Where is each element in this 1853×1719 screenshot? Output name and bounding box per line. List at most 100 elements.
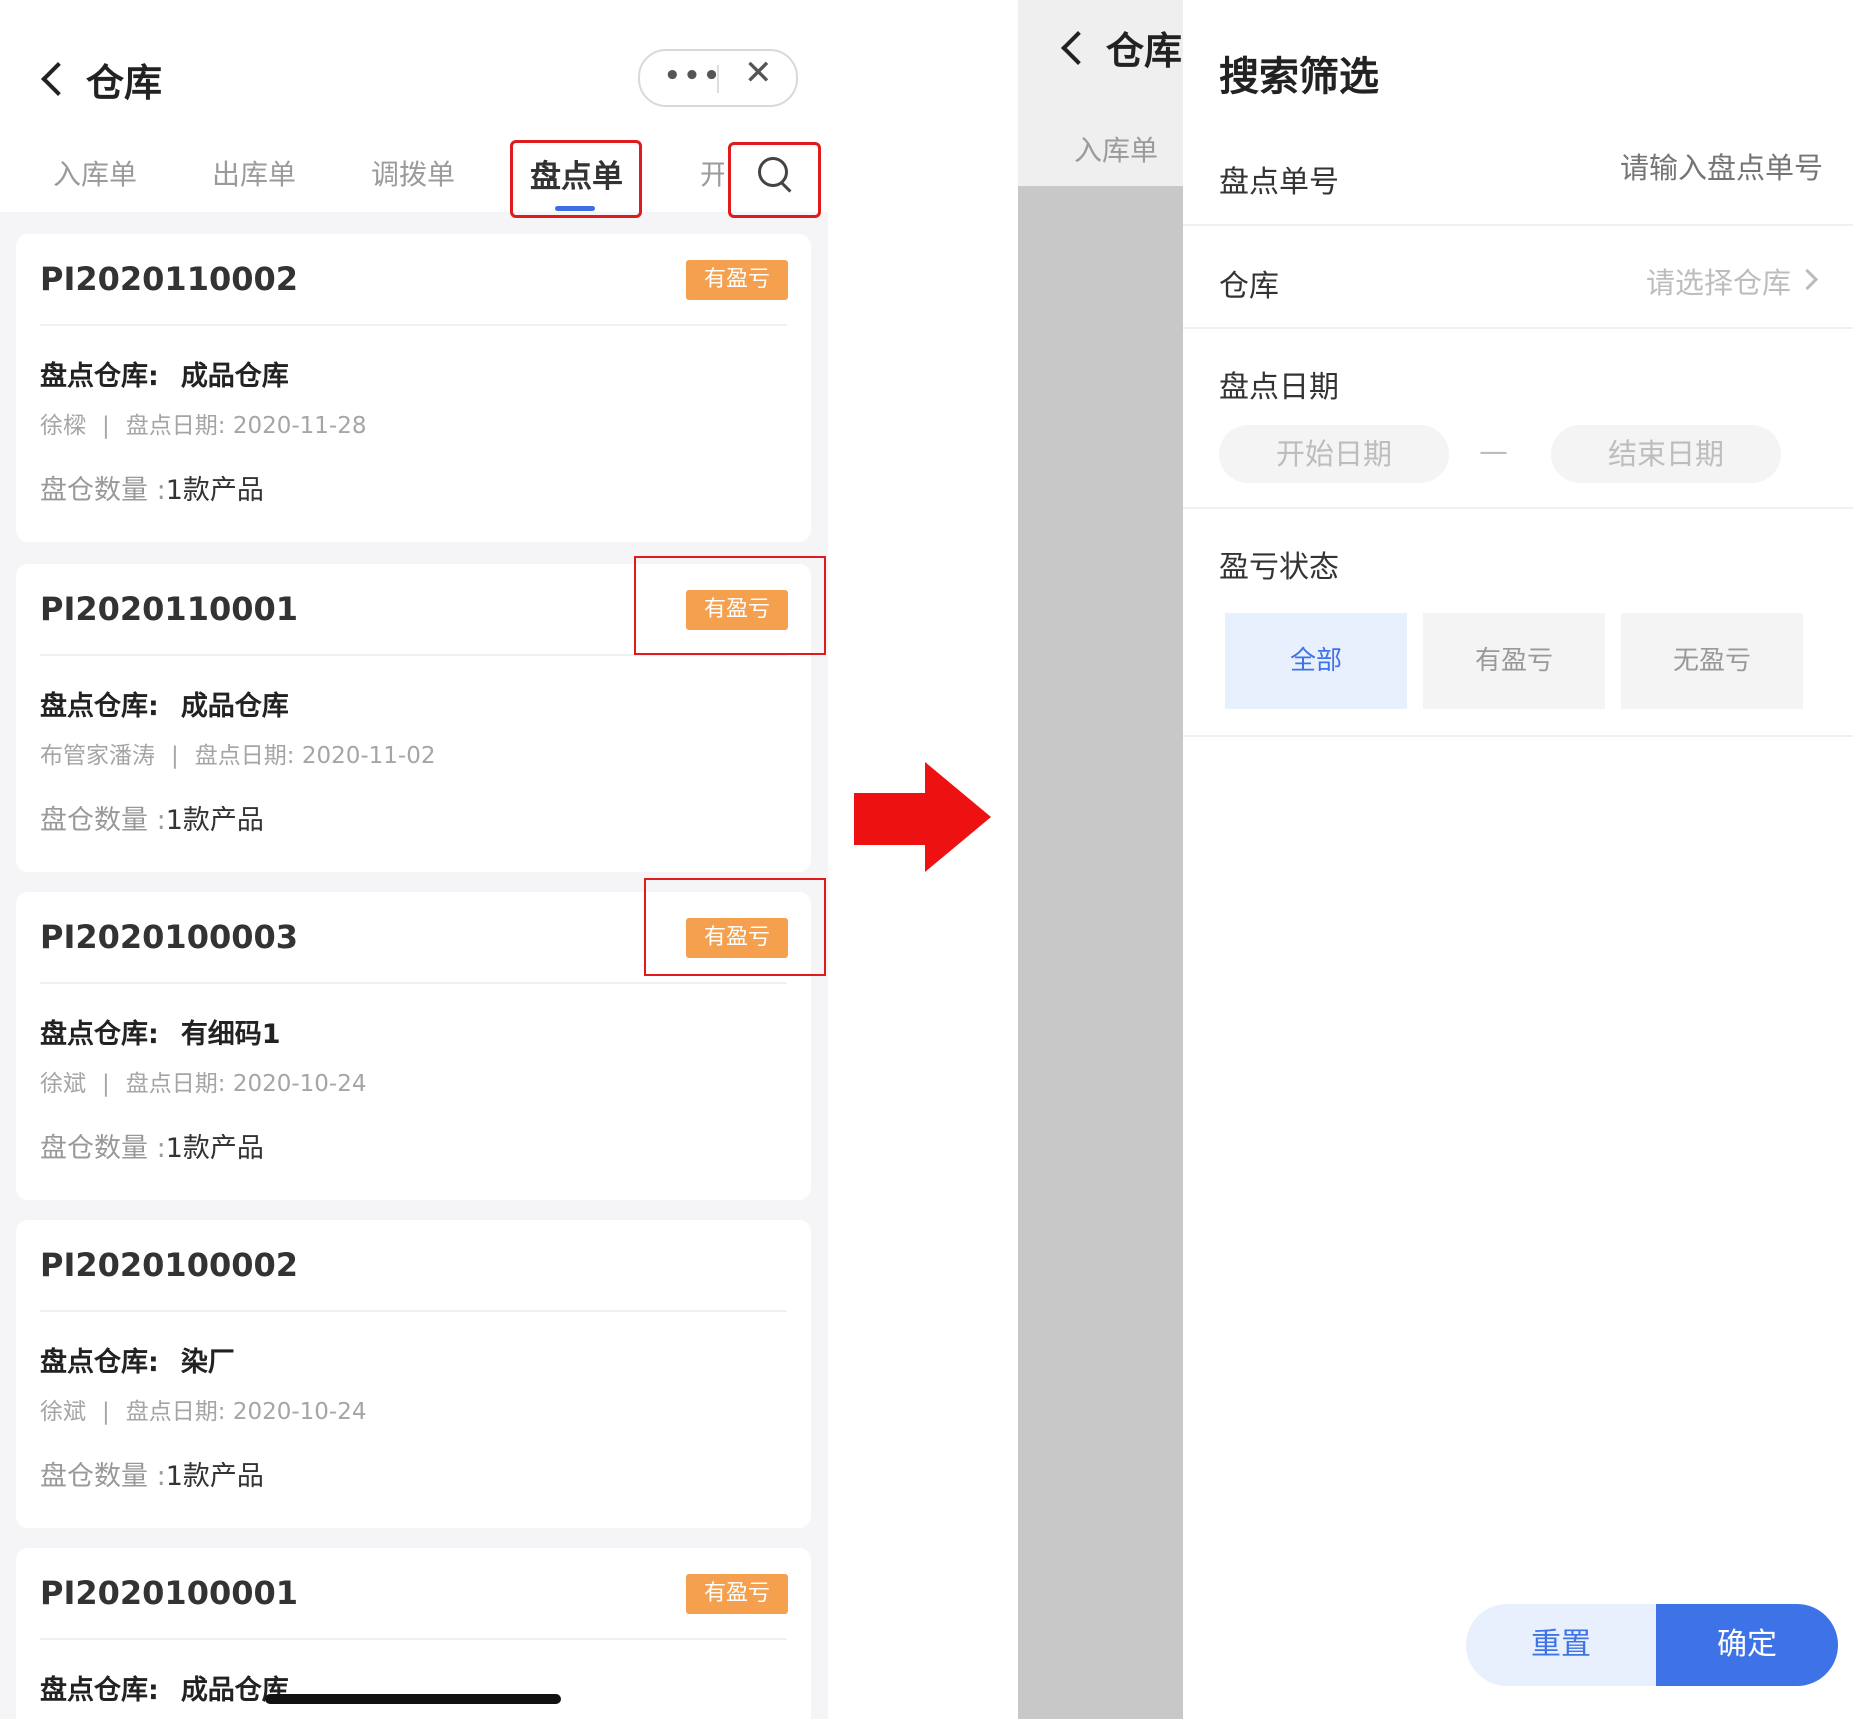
- date-label: 盘点日期:: [194, 743, 295, 769]
- warehouse-select[interactable]: 请选择仓库: [1483, 252, 1823, 302]
- list-item[interactable]: PI2020110002 有盈亏 盘点仓库: 成品仓库 徐樑 | 盘点日期: 2020…: [16, 234, 811, 542]
- date-label: 盘点日期:: [125, 1071, 226, 1097]
- quantity-row: 盘仓数量 :1款产品: [40, 1454, 264, 1493]
- warehouse-label: 仓库: [1219, 269, 1279, 304]
- quantity-row: 盘仓数量 :1款产品: [40, 468, 264, 507]
- warehouse-row: 盘点仓库: 成品仓库: [40, 354, 289, 393]
- status-option-has-variance[interactable]: 有盈亏: [1423, 613, 1605, 709]
- meta-separator: |: [102, 1071, 110, 1097]
- warehouse-row: 盘点仓库: 染厂: [40, 1340, 235, 1379]
- order-code: PI2020110002: [40, 260, 299, 298]
- row-divider: [1183, 224, 1853, 226]
- card-divider: [40, 1310, 787, 1312]
- meta-row: 徐斌 | 盘点日期: 2020-10-24: [40, 1392, 366, 1426]
- right-phone-screen: 仓库 入库单 搜索筛选 盘点单号 仓库 请选择仓库 盘点日期 开始日期 — 结束…: [1018, 0, 1853, 1719]
- tab-overflow[interactable]: 开: [700, 153, 724, 193]
- quantity-label: 盘仓数量 :: [40, 475, 166, 506]
- meta-row: 徐斌 | 盘点日期: 2020-10-24: [40, 1064, 366, 1098]
- end-date-picker[interactable]: 结束日期: [1551, 425, 1781, 483]
- quantity-label: 盘仓数量 :: [40, 805, 166, 836]
- card-divider: [40, 982, 787, 984]
- date-value: 2020-11-02: [301, 743, 436, 769]
- panel-title: 搜索筛选: [1219, 54, 1379, 100]
- confirm-button[interactable]: 确定: [1656, 1604, 1838, 1686]
- row-divider: [1183, 327, 1853, 329]
- warehouse-value: 染厂: [180, 1347, 235, 1378]
- page-title: 仓库: [86, 61, 163, 105]
- meta-separator: |: [171, 743, 179, 769]
- page-title: 仓库: [1106, 29, 1183, 73]
- date-label: 盘点日期:: [125, 413, 226, 439]
- warehouse-row: 盘点仓库: 有细码1: [40, 1012, 281, 1051]
- order-code: PI2020100002: [40, 1246, 299, 1284]
- warehouse-label: 盘点仓库:: [40, 361, 159, 392]
- quantity-value: 1款产品: [165, 805, 264, 836]
- date-value: 2020-10-24: [232, 1399, 367, 1425]
- order-code: PI2020100003: [40, 918, 299, 956]
- tab-inbound[interactable]: 入库单: [53, 153, 137, 193]
- status-badge: 有盈亏: [686, 1574, 788, 1614]
- quantity-value: 1款产品: [165, 1461, 264, 1492]
- warehouse-label: 盘点仓库:: [40, 1347, 159, 1378]
- header: 仓库 ••• ✕ 入库单 出库单 调拨单 盘点单 开: [0, 0, 828, 218]
- meta-row: 布管家潘涛 | 盘点日期: 2020-11-02: [40, 736, 435, 770]
- row-divider: [1183, 735, 1853, 737]
- warehouse-label: 盘点仓库:: [40, 1675, 159, 1706]
- arrow-right-icon: [854, 793, 934, 845]
- start-date-picker[interactable]: 开始日期: [1219, 425, 1449, 483]
- warehouse-row: 盘点仓库: 成品仓库: [40, 684, 289, 723]
- warehouse-placeholder: 请选择仓库: [1645, 266, 1791, 300]
- back-icon: [1061, 31, 1095, 65]
- order-no-input[interactable]: [1503, 150, 1825, 186]
- tab-inbound: 入库单: [1074, 134, 1159, 167]
- status-label: 盈亏状态: [1219, 550, 1339, 585]
- meta-row: 徐樑 | 盘点日期: 2020-11-28: [40, 406, 366, 440]
- order-code: PI2020100001: [40, 1574, 299, 1612]
- status-option-no-variance[interactable]: 无盈亏: [1621, 613, 1803, 709]
- quantity-row: 盘仓数量 :1款产品: [40, 1126, 264, 1165]
- quantity-label: 盘仓数量 :: [40, 1461, 166, 1492]
- highlight-box-stocktake-tab: [510, 140, 642, 218]
- arrow-right-icon-head: [925, 762, 991, 872]
- capsule-divider: [717, 65, 719, 93]
- operator: 徐樑: [40, 413, 86, 439]
- highlight-box-badge: [644, 878, 826, 976]
- quantity-value: 1款产品: [165, 475, 264, 506]
- tab-outbound[interactable]: 出库单: [212, 153, 296, 193]
- date-label: 盘点日期:: [125, 1399, 226, 1425]
- mini-program-capsule: ••• ✕: [638, 49, 798, 107]
- dimmed-overlay[interactable]: 仓库 入库单: [1018, 0, 1183, 1719]
- date-value: 2020-10-24: [232, 1071, 367, 1097]
- home-indicator: [265, 1694, 561, 1704]
- reset-button[interactable]: 重置: [1466, 1604, 1656, 1686]
- quantity-label: 盘仓数量 :: [40, 1133, 166, 1164]
- meta-separator: |: [102, 413, 110, 439]
- operator: 徐斌: [40, 1399, 86, 1425]
- dimmed-header: 仓库 入库单: [1018, 0, 1183, 186]
- more-icon[interactable]: •••: [664, 61, 723, 91]
- left-phone-screen: 仓库 ••• ✕ 入库单 出库单 调拨单 盘点单 开 PI2020110002 …: [0, 0, 828, 1719]
- quantity-row: 盘仓数量 :1款产品: [40, 798, 264, 837]
- warehouse-value: 有细码1: [180, 1019, 281, 1050]
- operator: 徐斌: [40, 1071, 86, 1097]
- tab-transfer[interactable]: 调拨单: [371, 153, 455, 193]
- date-range-dash: —: [1479, 434, 1508, 468]
- list-item[interactable]: PI2020100002 盘点仓库: 染厂 徐斌 | 盘点日期: 2020-10-24…: [16, 1220, 811, 1528]
- warehouse-row: 盘点仓库: 成品仓库: [40, 1668, 289, 1707]
- date-value: 2020-11-28: [232, 413, 367, 439]
- order-code: PI2020110001: [40, 590, 299, 628]
- filter-panel: 搜索筛选 盘点单号 仓库 请选择仓库 盘点日期 开始日期 — 结束日期 盈亏状态…: [1183, 0, 1853, 1719]
- highlight-box-search: [728, 142, 821, 218]
- quantity-value: 1款产品: [165, 1133, 264, 1164]
- warehouse-label: 盘点仓库:: [40, 1019, 159, 1050]
- status-option-all[interactable]: 全部: [1225, 613, 1407, 709]
- status-badge: 有盈亏: [686, 260, 788, 300]
- highlight-box-badge: [634, 556, 826, 655]
- back-icon[interactable]: [41, 62, 75, 96]
- close-icon[interactable]: ✕: [744, 53, 773, 93]
- warehouse-label: 盘点仓库:: [40, 691, 159, 722]
- row-divider: [1183, 507, 1853, 509]
- meta-separator: |: [102, 1399, 110, 1425]
- card-divider: [40, 1638, 787, 1640]
- card-divider: [40, 324, 787, 326]
